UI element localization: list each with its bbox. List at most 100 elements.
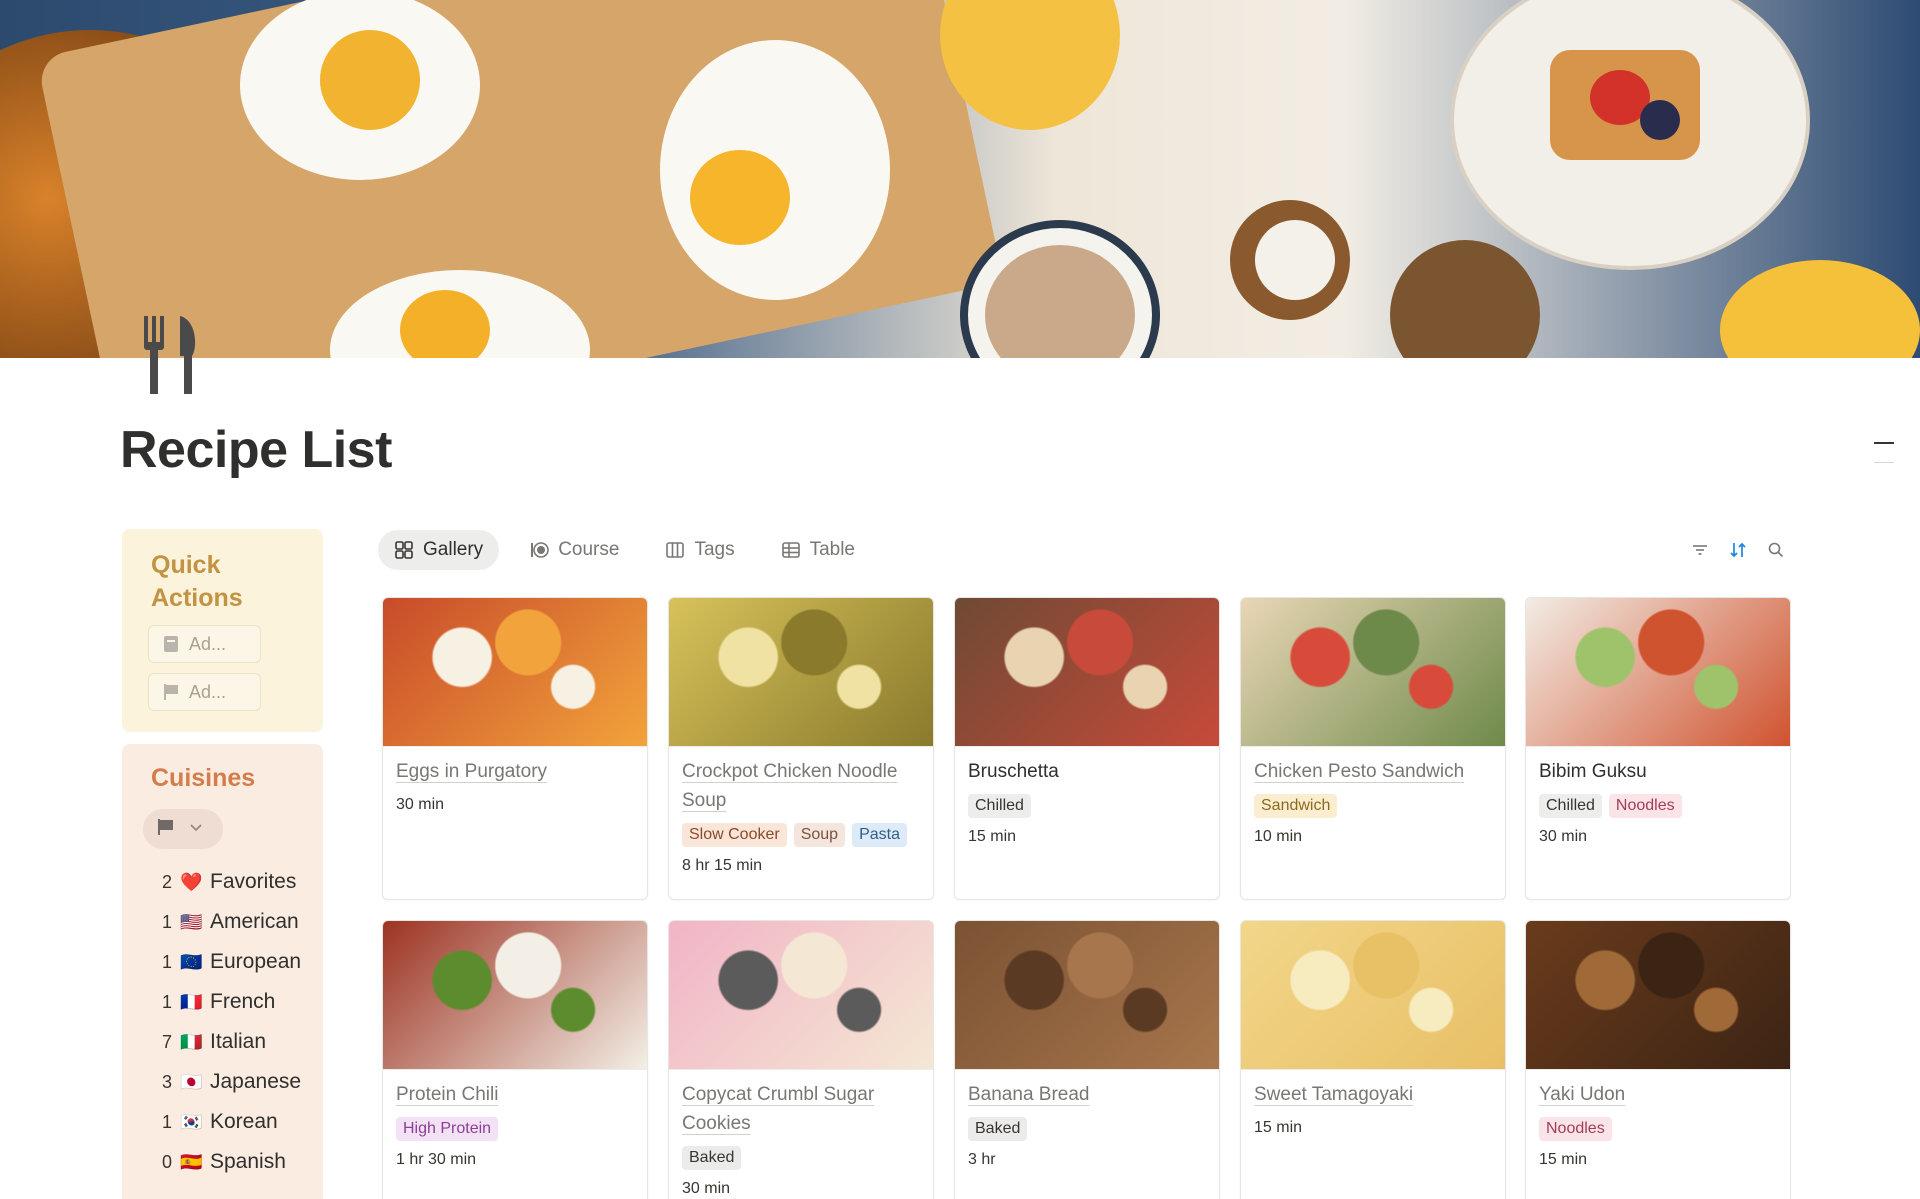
cuisine-flag-icon: 🇰🇷 <box>180 1111 203 1132</box>
recipe-time: 1 hr 30 min <box>396 1151 477 1168</box>
cuisine-name: European <box>210 950 302 973</box>
tag-badge: Noodles <box>1608 794 1682 818</box>
recipe-title[interactable]: Chicken Pesto Sandwich <box>1254 757 1492 786</box>
cover-image <box>0 0 1920 358</box>
recipe-card[interactable]: Protein Chili High Protein 1 hr 30 min <box>382 920 648 1199</box>
cuisine-name: Korean <box>210 1110 278 1133</box>
filter-icon[interactable] <box>1690 540 1710 560</box>
tag-badge: Chilled <box>968 794 1031 818</box>
recipe-title[interactable]: Bruschetta <box>968 757 1206 786</box>
recipe-card[interactable]: Bruschetta Chilled 15 min <box>954 597 1220 900</box>
cuisine-name: Spanish <box>210 1150 286 1173</box>
recipe-card[interactable]: Copycat Crumbl Sugar Cookies Baked 30 min <box>668 920 934 1199</box>
tab-course[interactable]: Course <box>513 530 635 570</box>
recipe-title[interactable]: Banana Bread <box>968 1080 1206 1109</box>
recipe-card[interactable]: Yaki Udon Noodles 15 min <box>1525 920 1791 1199</box>
recipe-time: 30 min <box>682 1180 731 1197</box>
quick-actions-panel: Quick Actions Ad... Ad... <box>122 529 323 732</box>
tab-tags-label: Tags <box>694 539 735 560</box>
recipe-title[interactable]: Protein Chili <box>396 1080 634 1109</box>
cuisine-flag-icon: 🇮🇹 <box>180 1031 203 1052</box>
recipe-time: 30 min <box>396 796 445 813</box>
note-icon <box>163 635 179 653</box>
tab-table-label: Table <box>809 539 855 560</box>
cuisine-item[interactable]: 0 🇪🇸 Spanish <box>162 1142 320 1182</box>
recipe-title[interactable]: Sweet Tamagoyaki <box>1254 1080 1492 1109</box>
cuisine-flag-icon: ❤️ <box>180 871 203 892</box>
recipe-title[interactable]: Bibim Guksu <box>1539 757 1777 786</box>
tag-badge: Baked <box>968 1117 1028 1141</box>
cuisine-count: 1 <box>162 951 172 972</box>
cuisine-item[interactable]: 2 ❤️ Favorites <box>162 862 320 902</box>
cuisine-item[interactable]: 1 🇪🇺 European <box>162 942 320 982</box>
tag-badge: Chilled <box>1539 794 1602 818</box>
recipe-cover-image <box>1241 598 1505 747</box>
table-icon <box>781 542 800 558</box>
cuisine-item[interactable]: 3 🇯🇵 Japanese <box>162 1062 320 1102</box>
cuisine-flag-icon: 🇫🇷 <box>180 991 203 1012</box>
recipe-title[interactable]: Eggs in Purgatory <box>396 757 634 786</box>
cuisine-name: Favorites <box>210 870 297 893</box>
recipe-time: 15 min <box>968 828 1017 845</box>
recipe-card[interactable]: Eggs in Purgatory 30 min <box>382 597 648 900</box>
recipe-tags: Slow Cooker Soup Pasta <box>682 823 920 847</box>
tag-badge: Pasta <box>852 823 907 847</box>
recipe-cover-image <box>669 598 933 747</box>
tab-tags[interactable]: Tags <box>649 530 750 570</box>
recipe-card[interactable]: Banana Bread Baked 3 hr <box>954 920 1220 1199</box>
cuisine-view-selector[interactable] <box>143 809 223 849</box>
recipe-cover-image <box>955 921 1219 1070</box>
cuisine-item[interactable]: 1 🇺🇸 American <box>162 902 320 942</box>
recipe-time: 15 min <box>1539 1151 1588 1168</box>
cuisines-title: Cuisines <box>151 764 256 792</box>
cuisine-count: 3 <box>162 1071 172 1092</box>
recipe-tags: Noodles <box>1539 1117 1777 1141</box>
recipe-cover-image <box>1526 921 1790 1070</box>
cuisine-item[interactable]: 1 🇫🇷 French <box>162 982 320 1022</box>
recipe-time: 30 min <box>1539 828 1588 845</box>
flag-icon <box>163 683 179 701</box>
cuisines-panel: Cuisines 2 ❤️ Favorites 1 🇺🇸 American 1 🇪🇺 Europ… <box>122 744 323 1199</box>
recipe-card[interactable]: Bibim Guksu Chilled Noodles 30 min <box>1525 597 1791 900</box>
search-icon[interactable] <box>1766 540 1786 560</box>
add-cuisine-button[interactable]: Ad... <box>148 673 261 711</box>
recipe-tags: Sandwich <box>1254 794 1492 818</box>
add-cuisine-label: Ad... <box>189 681 227 702</box>
recipe-cover-image <box>383 921 647 1070</box>
fork-knife-icon[interactable] <box>140 316 206 394</box>
cuisine-name: American <box>210 910 299 933</box>
flag-icon <box>157 818 175 841</box>
recipe-cover-image <box>669 921 933 1070</box>
view-tabs: Gallery Course Tags Table <box>378 530 871 570</box>
cuisine-item[interactable]: 1 🇰🇷 Korean <box>162 1102 320 1142</box>
recipe-time: 15 min <box>1254 1119 1303 1136</box>
recipe-cover-image <box>1526 598 1790 747</box>
recipe-card[interactable]: Chicken Pesto Sandwich Sandwich 10 min <box>1240 597 1506 900</box>
tab-table[interactable]: Table <box>765 530 871 570</box>
tag-badge: Slow Cooker <box>682 823 787 847</box>
recipe-time: 3 hr <box>968 1151 996 1168</box>
recipe-tags: Chilled Noodles <box>1539 794 1777 818</box>
cuisine-name: Italian <box>210 1030 267 1053</box>
tab-gallery[interactable]: Gallery <box>378 530 500 570</box>
add-recipe-button[interactable]: Ad... <box>148 625 261 663</box>
recipe-title[interactable]: Crockpot Chicken Noodle Soup <box>682 757 920 815</box>
recipe-card[interactable]: Sweet Tamagoyaki 15 min <box>1240 920 1506 1199</box>
cuisine-count: 1 <box>162 1111 172 1132</box>
recipe-time: 10 min <box>1254 828 1303 845</box>
cuisine-count: 1 <box>162 911 172 932</box>
cuisine-flag-icon: 🇪🇸 <box>180 1151 203 1172</box>
cuisine-count: 1 <box>162 991 172 1012</box>
recipe-title[interactable]: Yaki Udon <box>1539 1080 1777 1109</box>
sort-icon[interactable] <box>1728 540 1748 560</box>
recipe-cover-image <box>955 598 1219 747</box>
recipe-title[interactable]: Copycat Crumbl Sugar Cookies <box>682 1080 920 1138</box>
cuisine-name: French <box>210 990 276 1013</box>
cuisine-flag-icon: 🇺🇸 <box>180 911 203 932</box>
recipe-tags: Baked <box>682 1146 920 1170</box>
recipe-card[interactable]: Crockpot Chicken Noodle Soup Slow Cooker S… <box>668 597 934 900</box>
cuisine-item[interactable]: 7 🇮🇹 Italian <box>162 1022 320 1062</box>
recipe-cover-image <box>383 598 647 747</box>
cuisine-flag-icon: 🇯🇵 <box>180 1071 203 1092</box>
table-of-contents-handle[interactable] <box>1874 442 1894 444</box>
